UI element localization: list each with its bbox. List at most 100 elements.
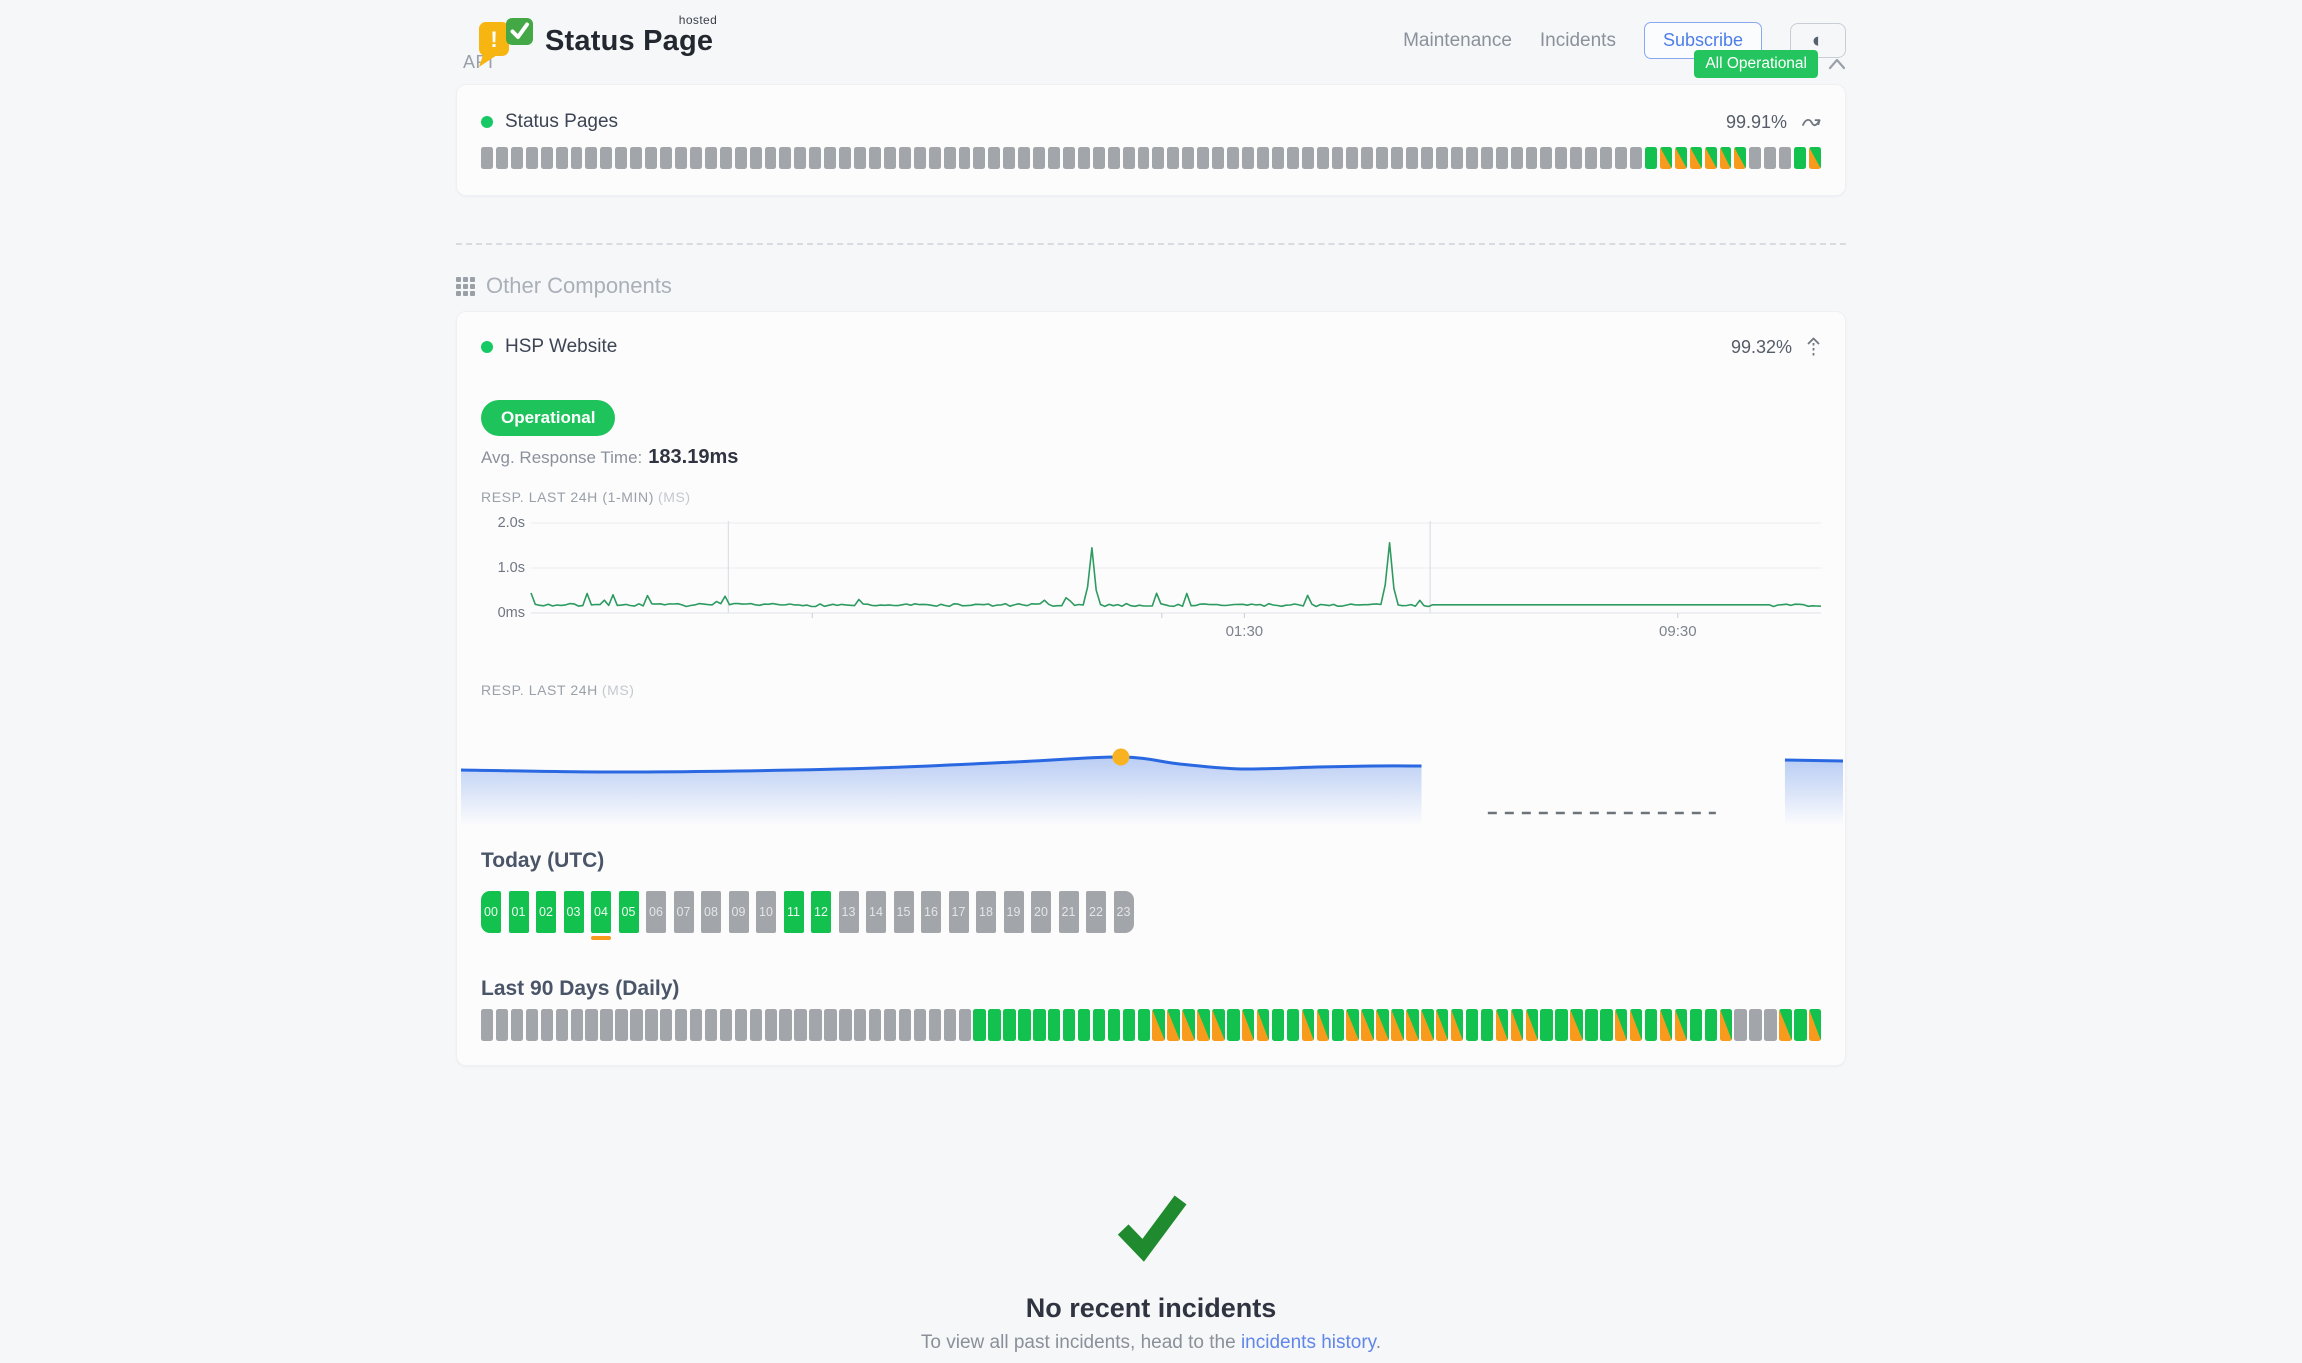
- uptime-block[interactable]: [526, 1009, 538, 1041]
- uptime-block[interactable]: [1451, 147, 1463, 169]
- uptime-block[interactable]: [944, 1009, 956, 1041]
- uptime-block[interactable]: [1481, 147, 1493, 169]
- uptime-block[interactable]: [600, 1009, 612, 1041]
- uptime-block[interactable]: [496, 147, 508, 169]
- hour-block[interactable]: 08: [701, 891, 721, 933]
- hour-block[interactable]: 12: [811, 891, 831, 933]
- hour-block[interactable]: 21: [1059, 891, 1079, 933]
- uptime-block[interactable]: [1302, 147, 1314, 169]
- uptime-block[interactable]: [973, 147, 985, 169]
- uptime-block[interactable]: [1630, 1009, 1642, 1041]
- uptime-block[interactable]: [735, 1009, 747, 1041]
- hour-block[interactable]: 13: [839, 891, 859, 933]
- uptime-block[interactable]: [585, 1009, 597, 1041]
- uptime-block[interactable]: [1332, 147, 1344, 169]
- uptime-block[interactable]: [1466, 147, 1478, 169]
- uptime-block[interactable]: [914, 1009, 926, 1041]
- uptime-block[interactable]: [1078, 147, 1090, 169]
- uptime-block[interactable]: [1481, 1009, 1493, 1041]
- hour-block[interactable]: 15: [894, 891, 914, 933]
- uptime-block[interactable]: [1675, 1009, 1687, 1041]
- hour-block[interactable]: 11: [784, 891, 804, 933]
- uptime-block[interactable]: [1048, 1009, 1060, 1041]
- uptime-block[interactable]: [1152, 1009, 1164, 1041]
- uptime-block[interactable]: [1138, 1009, 1150, 1041]
- uptime-block[interactable]: [824, 1009, 836, 1041]
- uptime-block[interactable]: [675, 1009, 687, 1041]
- uptime-block[interactable]: [1645, 147, 1657, 169]
- hour-block[interactable]: 01: [509, 891, 529, 933]
- uptime-block[interactable]: [1257, 147, 1269, 169]
- uptime-block[interactable]: [705, 147, 717, 169]
- uptime-block[interactable]: [1809, 1009, 1821, 1041]
- uptime-block[interactable]: [660, 1009, 672, 1041]
- uptime-block[interactable]: [690, 147, 702, 169]
- uptime-block[interactable]: [1302, 1009, 1314, 1041]
- uptime-block[interactable]: [794, 1009, 806, 1041]
- uptime-block[interactable]: [944, 147, 956, 169]
- uptime-block[interactable]: [1794, 1009, 1806, 1041]
- uptime-block[interactable]: [1167, 1009, 1179, 1041]
- uptime-block[interactable]: [1511, 1009, 1523, 1041]
- uptime-block[interactable]: [1346, 1009, 1358, 1041]
- uptime-block[interactable]: [1600, 147, 1612, 169]
- uptime-block[interactable]: [615, 147, 627, 169]
- uptime-block[interactable]: [1749, 1009, 1761, 1041]
- uptime-block[interactable]: [1242, 1009, 1254, 1041]
- uptime-block[interactable]: [720, 1009, 732, 1041]
- uptime-block[interactable]: [1615, 1009, 1627, 1041]
- uptime-block[interactable]: [1317, 147, 1329, 169]
- uptime-block[interactable]: [1242, 147, 1254, 169]
- uptime-block[interactable]: [854, 147, 866, 169]
- uptime-block[interactable]: [1764, 1009, 1776, 1041]
- uptime-block[interactable]: [571, 1009, 583, 1041]
- uptime-block[interactable]: [720, 147, 732, 169]
- uptime-block[interactable]: [1227, 147, 1239, 169]
- uptime-block[interactable]: [1063, 147, 1075, 169]
- uptime-block[interactable]: [541, 1009, 553, 1041]
- uptime-block[interactable]: [645, 1009, 657, 1041]
- uptime-block[interactable]: [615, 1009, 627, 1041]
- uptime-block[interactable]: [630, 147, 642, 169]
- uptime-block[interactable]: [1466, 1009, 1478, 1041]
- uptime-block[interactable]: [794, 147, 806, 169]
- uptime-block[interactable]: [1197, 1009, 1209, 1041]
- uptime-block[interactable]: [1138, 147, 1150, 169]
- uptime-block[interactable]: [1376, 147, 1388, 169]
- uptime-block[interactable]: [1526, 1009, 1538, 1041]
- hour-block[interactable]: 23: [1114, 891, 1134, 933]
- uptime-block[interactable]: [1705, 1009, 1717, 1041]
- uptime-block[interactable]: [1272, 1009, 1284, 1041]
- uptime-block[interactable]: [1376, 1009, 1388, 1041]
- uptime-block[interactable]: [899, 147, 911, 169]
- uptime-block[interactable]: [824, 147, 836, 169]
- uptime-block[interactable]: [1779, 1009, 1791, 1041]
- uptime-block[interactable]: [1690, 147, 1702, 169]
- uptime-block[interactable]: [1660, 1009, 1672, 1041]
- uptime-block[interactable]: [1511, 147, 1523, 169]
- all-operational-badge[interactable]: All Operational: [1694, 50, 1818, 78]
- uptime-block[interactable]: [1197, 147, 1209, 169]
- uptime-block[interactable]: [1003, 1009, 1015, 1041]
- uptime-block[interactable]: [1570, 1009, 1582, 1041]
- uptime-block[interactable]: [1496, 1009, 1508, 1041]
- uptime-block[interactable]: [1540, 147, 1552, 169]
- hour-block[interactable]: 18: [976, 891, 996, 933]
- uptime-block[interactable]: [1152, 147, 1164, 169]
- uptime-block[interactable]: [1585, 1009, 1597, 1041]
- uptime-block[interactable]: [869, 147, 881, 169]
- uptime-block[interactable]: [854, 1009, 866, 1041]
- uptime-block[interactable]: [1108, 147, 1120, 169]
- incidents-history-link[interactable]: incidents history: [1241, 1332, 1376, 1353]
- uptime-block[interactable]: [1749, 147, 1761, 169]
- uptime-block[interactable]: [988, 147, 1000, 169]
- uptime-block[interactable]: [750, 1009, 762, 1041]
- uptime-block[interactable]: [1794, 147, 1806, 169]
- uptime-block[interactable]: [1182, 147, 1194, 169]
- hour-block[interactable]: 07: [674, 891, 694, 933]
- hour-block[interactable]: 05: [619, 891, 639, 933]
- uptime-block[interactable]: [779, 1009, 791, 1041]
- uptime-block[interactable]: [511, 1009, 523, 1041]
- uptime-block[interactable]: [959, 1009, 971, 1041]
- uptime-block[interactable]: [1406, 147, 1418, 169]
